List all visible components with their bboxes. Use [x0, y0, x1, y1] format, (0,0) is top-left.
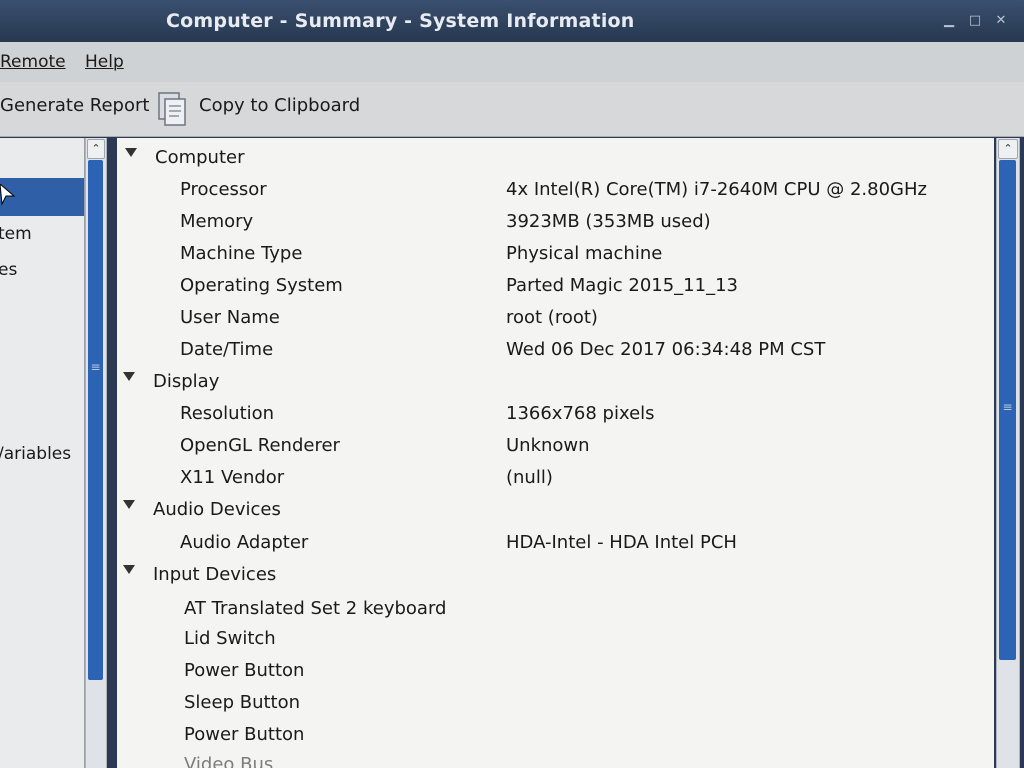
tree-row[interactable]: Resolution 1366x768 pixels [117, 397, 994, 429]
row-key: Resolution [180, 403, 275, 424]
tree-row[interactable]: Sleep Button [117, 686, 994, 718]
toolbar: Generate Report Copy to Clipboard [0, 82, 1024, 137]
generate-report-button[interactable]: Generate Report [0, 95, 149, 116]
tree-category-display[interactable]: Display [117, 365, 994, 397]
tree-row[interactable]: Audio Adapter HDA-Intel - HDA Intel PCH [117, 526, 994, 558]
row-key: Sleep Button [184, 692, 301, 713]
row-key: User Name [180, 307, 280, 328]
row-key: Date/Time [180, 339, 274, 360]
window-title: Computer - Summary - System Information [166, 10, 635, 32]
row-value: 3923MB (353MB used) [506, 211, 711, 232]
sidebar-selected-item[interactable] [0, 178, 84, 216]
category-label: Input Devices [153, 564, 277, 585]
sidebar-item-variables[interactable]: /ariables [0, 444, 71, 464]
row-value: Physical machine [506, 243, 663, 264]
scroll-grip-icon: ≡ [90, 360, 101, 374]
expander-triangle-icon[interactable] [123, 565, 135, 574]
minimize-icon[interactable]: ▁ [940, 12, 958, 30]
tree-row[interactable]: Operating System Parted Magic 2015_11_13 [117, 269, 994, 301]
row-key: Operating System [180, 275, 343, 296]
menubar: Remote Help [0, 42, 1024, 83]
sidebar: tem es /ariables [0, 138, 85, 768]
row-value: Wed 06 Dec 2017 06:34:48 PM CST [506, 339, 826, 360]
row-key: Memory [180, 211, 254, 232]
tree-row[interactable]: Machine Type Physical machine [117, 237, 994, 269]
tree-row[interactable]: OpenGL Renderer Unknown [117, 429, 994, 461]
expander-triangle-icon[interactable] [123, 372, 135, 381]
copy-to-clipboard-button[interactable]: Copy to Clipboard [199, 95, 360, 116]
row-key: X11 Vendor [180, 467, 285, 488]
row-value: 1366x768 pixels [506, 403, 655, 424]
tree-category-audio[interactable]: Audio Devices [117, 493, 994, 525]
row-key: AT Translated Set 2 keyboard [184, 598, 447, 619]
tree-row[interactable]: Processor 4x Intel(R) Core(TM) i7-2640M … [117, 173, 994, 205]
details-scrollbar[interactable]: ⌃ ≡ [996, 138, 1020, 768]
row-key: Video Bus [184, 754, 274, 768]
sidebar-scrollbar[interactable]: ⌃ ≡ [85, 138, 107, 768]
row-key: OpenGL Renderer [180, 435, 340, 456]
close-icon[interactable]: ✕ [992, 12, 1010, 30]
row-key: Lid Switch [184, 628, 276, 649]
details-scroll-thumb[interactable]: ≡ [999, 160, 1016, 660]
expander-triangle-icon[interactable] [123, 500, 135, 509]
scroll-grip-icon: ≡ [1002, 400, 1013, 414]
tree-row[interactable]: User Name root (root) [117, 301, 994, 333]
row-value: 4x Intel(R) Core(TM) i7-2640M CPU @ 2.80… [506, 179, 927, 200]
maximize-icon[interactable]: □ [966, 12, 984, 30]
row-value: HDA-Intel - HDA Intel PCH [506, 532, 737, 553]
tree-row[interactable]: Date/Time Wed 06 Dec 2017 06:34:48 PM CS… [117, 333, 994, 365]
tree-row[interactable]: AT Translated Set 2 keyboard [117, 592, 994, 624]
tree-row[interactable]: Video Bus [117, 748, 994, 768]
sidebar-scroll-thumb[interactable]: ≡ [88, 160, 103, 680]
scroll-up-arrow-icon[interactable]: ⌃ [87, 139, 105, 159]
tree-row[interactable]: Lid Switch [117, 622, 994, 654]
expander-triangle-icon[interactable] [125, 148, 137, 157]
mouse-cursor-icon [0, 184, 16, 206]
sidebar-item-devices[interactable]: es [0, 260, 17, 280]
tree-row[interactable]: Power Button [117, 654, 994, 686]
menu-remote[interactable]: Remote [0, 52, 66, 72]
tree-row[interactable]: Memory 3923MB (353MB used) [117, 205, 994, 237]
sidebar-item-system[interactable]: tem [0, 224, 32, 244]
window-titlebar: Computer - Summary - System Information … [0, 0, 1024, 42]
row-key: Processor [180, 179, 267, 200]
category-label: Display [153, 371, 220, 392]
row-value: root (root) [506, 307, 598, 328]
row-value: Parted Magic 2015_11_13 [506, 275, 738, 296]
tree-row[interactable]: X11 Vendor (null) [117, 461, 994, 493]
scroll-up-arrow-icon[interactable]: ⌃ [998, 139, 1018, 159]
row-key: Machine Type [180, 243, 303, 264]
category-label: Audio Devices [153, 499, 281, 520]
menu-help[interactable]: Help [85, 52, 124, 72]
tree-category-input[interactable]: Input Devices [117, 558, 994, 590]
row-value: (null) [506, 467, 553, 488]
row-key: Power Button [184, 660, 305, 681]
row-key: Power Button [184, 724, 305, 745]
clipboard-icon[interactable] [155, 89, 191, 129]
row-key: Audio Adapter [180, 532, 309, 553]
tree-category-computer[interactable]: Computer [117, 141, 994, 173]
details-tree: Computer Processor 4x Intel(R) Core(TM) … [117, 138, 994, 768]
tree-row[interactable]: Power Button [117, 718, 994, 750]
row-value: Unknown [506, 435, 590, 456]
category-label: Computer [155, 147, 245, 168]
